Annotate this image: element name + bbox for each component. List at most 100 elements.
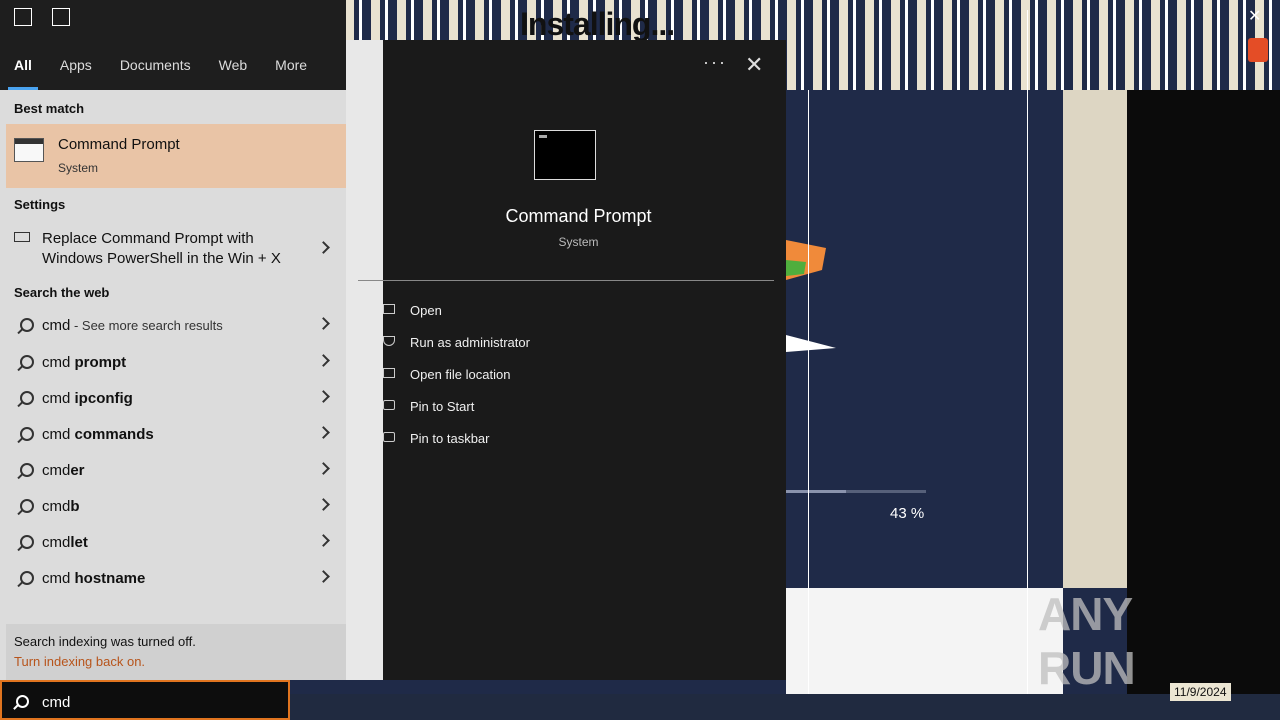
web-suggestion-3[interactable]: cmd commands	[6, 417, 346, 453]
action-label: Open	[410, 303, 442, 318]
web-suggestion-label: cmd commands	[42, 426, 154, 443]
chevron-right-icon	[317, 462, 330, 475]
suggestion-prefix: cmd	[42, 390, 75, 407]
chevron-right-icon	[317, 354, 330, 367]
suggestion-suffix: - See more search results	[70, 318, 223, 333]
search-icon	[16, 695, 29, 708]
chevron-right-icon	[317, 498, 330, 511]
indexing-text: Search indexing was turned off.	[14, 634, 196, 649]
office-app-icon[interactable]	[1248, 38, 1268, 62]
action-label: Open file location	[410, 367, 511, 382]
installer-close-icon[interactable]: ✕	[1248, 6, 1261, 26]
chevron-right-icon	[317, 570, 330, 583]
tab-more[interactable]: More	[275, 40, 318, 120]
shield-icon	[383, 336, 395, 346]
tray-date[interactable]: 11/9/2024	[1170, 683, 1231, 701]
command-prompt-large-icon	[534, 130, 596, 180]
action-label: Run as administrator	[410, 335, 530, 350]
installer-side-panel	[1063, 90, 1127, 588]
suggestion-prefix: cmd	[42, 354, 75, 371]
settings-item-replace-cmd[interactable]: Replace Command Prompt with Windows Powe…	[6, 226, 346, 270]
detail-app-title: Command Prompt	[505, 206, 652, 226]
suggestion-bold: let	[70, 534, 88, 551]
suggestion-bold: commands	[74, 426, 154, 443]
web-suggestion-label: cmdb	[42, 498, 80, 515]
action-label: Pin to Start	[410, 399, 475, 414]
search-icon	[20, 318, 34, 332]
suggestion-prefix: cmd	[42, 426, 75, 443]
action-open[interactable]: Open	[383, 296, 774, 326]
suggestion-bold: b	[70, 498, 80, 515]
action-pin-to-start[interactable]: Pin to Start	[383, 392, 774, 422]
web-suggestion-1[interactable]: cmd prompt	[6, 345, 346, 381]
installer-progress-fill	[786, 490, 847, 493]
web-suggestion-6[interactable]: cmdlet	[6, 525, 346, 561]
web-suggestion-label: cmdlet	[42, 534, 88, 551]
best-match-item[interactable]: Command Prompt System	[6, 124, 346, 188]
chevron-right-icon	[317, 426, 330, 439]
search-icon	[20, 391, 34, 405]
suggestion-prefix: cmd	[42, 317, 71, 334]
render-artifact-line	[1027, 10, 1028, 720]
suggestion-prefix: cmd	[42, 498, 71, 515]
web-suggestion-5[interactable]: cmdb	[6, 489, 346, 525]
search-icon	[20, 571, 34, 585]
web-suggestion-label: cmd hostname	[42, 570, 145, 587]
tab-apps[interactable]: Apps	[60, 40, 92, 90]
watermark-text: ANY RUN	[1038, 588, 1136, 694]
start-top-strip	[0, 0, 346, 40]
pin-icon	[383, 432, 395, 442]
command-prompt-icon	[14, 138, 44, 162]
search-web-header: Search the web	[14, 285, 110, 300]
web-suggestion-0[interactable]: cmd - See more search results	[6, 308, 346, 344]
suggestion-bold: prompt	[74, 354, 127, 371]
web-suggestion-4[interactable]: cmder	[6, 453, 346, 489]
web-suggestion-2[interactable]: cmd ipconfig	[6, 381, 346, 417]
installer-illustration	[786, 240, 836, 352]
search-icon	[20, 355, 34, 369]
app-icon[interactable]	[14, 8, 32, 26]
suggestion-bold: hostname	[74, 570, 146, 587]
best-match-header: Best match	[14, 101, 85, 116]
action-open-file-location[interactable]: Open file location	[383, 360, 774, 390]
tab-documents[interactable]: Documents	[120, 40, 191, 90]
taskbar-search-box[interactable]	[0, 680, 290, 720]
turn-indexing-on-link[interactable]: Turn indexing back on.	[14, 654, 145, 669]
best-match-title: Command Prompt	[58, 136, 180, 153]
open-icon	[383, 304, 395, 314]
search-icon	[20, 427, 34, 441]
suggestion-prefix: cmd	[42, 534, 71, 551]
detail-app-subtitle: System	[558, 235, 599, 249]
more-options-icon[interactable]: ···	[703, 52, 727, 73]
indexing-notice: Search indexing was turned off. Turn ind…	[6, 624, 346, 680]
search-tabs: All Apps Documents Web More	[0, 40, 346, 120]
settings-item-label: Replace Command Prompt with Windows Powe…	[42, 229, 281, 269]
settings-item-line2: Windows PowerShell in the Win + X	[42, 250, 281, 267]
best-match-subtitle: System	[58, 161, 99, 175]
detail-pane-edge	[346, 40, 383, 680]
tab-all[interactable]: All	[8, 40, 38, 90]
action-label: Pin to taskbar	[410, 431, 490, 446]
tab-more-label: More	[275, 57, 308, 73]
installer-title: Installing...	[520, 6, 675, 42]
tab-web[interactable]: Web	[219, 40, 248, 90]
file-location-icon	[383, 368, 395, 378]
chevron-right-icon	[317, 241, 330, 254]
settings-item-line1: Replace Command Prompt with	[42, 230, 254, 247]
chevron-right-icon	[317, 317, 330, 330]
action-run-as-admin[interactable]: Run as administrator	[383, 328, 774, 358]
installer-progress-text: 43 %	[890, 505, 925, 522]
close-icon[interactable]: ✕	[745, 52, 763, 78]
settings-header: Settings	[14, 197, 66, 212]
suggestion-prefix: cmd	[42, 570, 75, 587]
pin-icon	[383, 400, 395, 410]
web-suggestion-7[interactable]: cmd hostname	[6, 561, 346, 597]
suggestion-bold: ipconfig	[74, 390, 133, 407]
action-pin-to-taskbar[interactable]: Pin to taskbar	[383, 424, 774, 454]
chevron-right-icon	[317, 534, 330, 547]
detail-pane: ··· ✕ Command Prompt System Open Run as …	[358, 40, 786, 680]
search-input[interactable]	[40, 690, 274, 714]
suggestion-prefix: cmd	[42, 462, 71, 479]
chevron-down-icon	[281, 113, 292, 120]
task-view-icon[interactable]	[52, 8, 70, 26]
